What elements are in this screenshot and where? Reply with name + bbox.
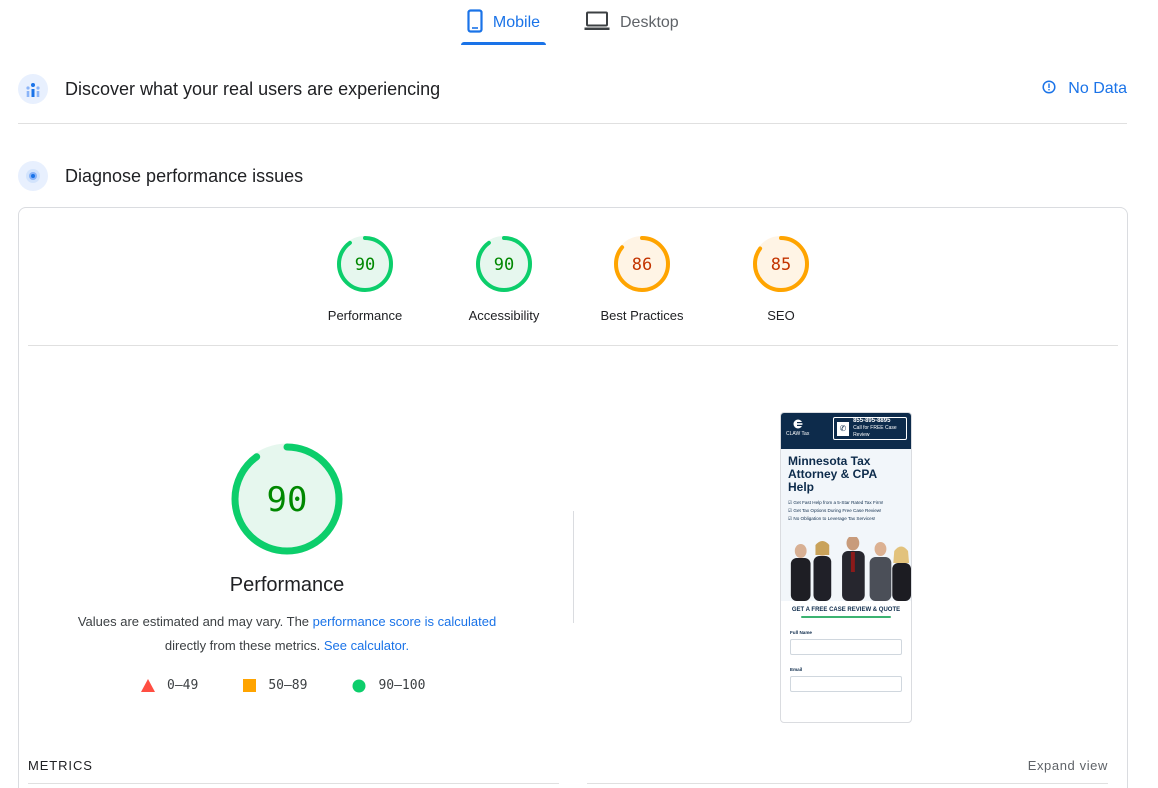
gauge-accessibility-score: 90	[494, 255, 514, 275]
screenshot-headline: Minnesota Tax Attorney & CPA Help	[788, 455, 904, 494]
field-data-header: Discover what your real users are experi…	[18, 74, 1127, 104]
logo-text: CLAW Tax	[786, 431, 810, 437]
final-screenshot[interactable]: CLAW Tax ✆ 855-895-8895 Call for FREE Ca…	[780, 412, 912, 723]
users-chart-icon	[18, 74, 48, 104]
screenshot-field-label-2: Email	[790, 667, 803, 672]
card-divider	[28, 345, 1118, 346]
description-prefix: Values are estimated and may vary. The	[77, 614, 313, 629]
screenshot-input-1	[790, 639, 902, 655]
no-data-link[interactable]: No Data	[1042, 79, 1127, 99]
red-triangle-icon	[141, 679, 155, 692]
report-card: 90 Performance 90 Accessibility 86 Best …	[18, 207, 1128, 788]
gauge-best-practices-score: 86	[632, 255, 652, 275]
expand-view-button[interactable]: Expand view	[1028, 758, 1108, 773]
gauge-performance[interactable]: 90 Performance	[310, 234, 420, 323]
info-icon	[1042, 79, 1056, 99]
screenshot-phone-sub: Call for FREE Case Review	[853, 425, 897, 438]
lab-data-title: Diagnose performance issues	[65, 165, 304, 186]
metrics-divider-right	[587, 783, 1108, 784]
metrics-divider-left	[28, 783, 559, 784]
legend-pass-range: 90–100	[378, 678, 426, 693]
legend-fail-range: 0–49	[167, 678, 199, 693]
score-legend: 0–49 50–89 90–100	[141, 678, 470, 693]
logo-icon	[793, 419, 803, 429]
section-divider	[18, 123, 1127, 124]
gauge-performance-score: 90	[355, 255, 375, 275]
main-performance-gauge: 90	[231, 443, 343, 555]
cta-underline	[801, 616, 891, 618]
vertical-divider	[573, 511, 574, 623]
tab-mobile-label: Mobile	[492, 14, 541, 31]
active-tab-indicator	[461, 42, 546, 45]
field-data-title: Discover what your real users are experi…	[65, 78, 441, 99]
gauge-performance-label: Performance	[327, 308, 403, 323]
green-circle-icon	[352, 679, 366, 692]
headline-line-2: Attorney & CPA Help	[788, 467, 877, 494]
gauge-seo[interactable]: 85 SEO	[726, 234, 836, 323]
phone-icon: ✆	[837, 421, 850, 436]
gauge-best-practices-ring: 86	[614, 236, 670, 292]
team-photo	[790, 537, 911, 601]
lab-data-header: Diagnose performance issues	[18, 161, 1127, 191]
gauge-accessibility-ring: 90	[476, 236, 532, 292]
description-middle: directly from these metrics.	[164, 638, 324, 653]
smartphone-icon	[467, 8, 483, 38]
screenshot-logo: CLAW Tax	[786, 419, 809, 437]
gauge-best-practices-label: Best Practices	[600, 308, 684, 323]
legend-average-range: 50–89	[268, 678, 308, 693]
main-performance-score: 90	[267, 480, 308, 520]
gauge-seo-score: 85	[771, 255, 791, 275]
screenshot-header: CLAW Tax ✆ 855-895-8895 Call for FREE Ca…	[781, 413, 911, 449]
category-gauges: 90 Performance 90 Accessibility 86 Best …	[19, 208, 1127, 346]
main-performance-title: Performance	[229, 574, 345, 596]
screenshot-bullets: ☑ Get Fast Help from a 5-Star Rated Tax …	[788, 499, 904, 523]
gauge-performance-ring: 90	[337, 236, 393, 292]
legend-pass: 90–100	[352, 678, 425, 693]
gauge-accessibility-label: Accessibility	[468, 308, 540, 323]
tab-desktop-label: Desktop	[620, 14, 679, 31]
screenshot-hero: Minnesota Tax Attorney & CPA Help ☑ Get …	[781, 449, 911, 601]
screenshot-cta: GET A FREE CASE REVIEW & QUOTE	[791, 607, 901, 613]
laptop-icon	[584, 11, 610, 36]
bullet-2: ☑ Get Tax Options During Free Case Revie…	[788, 508, 882, 513]
gauge-best-practices[interactable]: 86 Best Practices	[587, 234, 697, 323]
score-calculated-link[interactable]: performance score is calculated	[313, 614, 497, 629]
gauge-seo-label: SEO	[767, 308, 795, 323]
metrics-heading: METRICS	[28, 758, 93, 773]
screenshot-field-label-1: Full Name	[790, 630, 812, 635]
see-calculator-link[interactable]: See calculator.	[324, 638, 409, 653]
bullet-3: ☑ No Obligation to Leverage Tax Services…	[788, 516, 876, 521]
no-data-label: No Data	[1068, 80, 1127, 97]
legend-average: 50–89	[243, 678, 307, 693]
tab-mobile[interactable]: Mobile	[461, 0, 546, 46]
gauge-accessibility[interactable]: 90 Accessibility	[449, 234, 559, 323]
tab-desktop[interactable]: Desktop	[584, 0, 694, 46]
screenshot-phone-number: 855-895-8895	[853, 418, 891, 424]
legend-fail: 0–49	[141, 678, 198, 693]
screenshot-phone-box: ✆ 855-895-8895 Call for FREE Case Review	[833, 417, 907, 440]
bullet-1: ☑ Get Fast Help from a 5-Star Rated Tax …	[788, 500, 884, 505]
score-description: Values are estimated and may vary. The p…	[49, 610, 525, 658]
gauge-seo-ring: 85	[753, 236, 809, 292]
target-icon	[18, 161, 48, 191]
screenshot-input-2	[790, 676, 902, 692]
orange-square-icon	[243, 679, 257, 692]
